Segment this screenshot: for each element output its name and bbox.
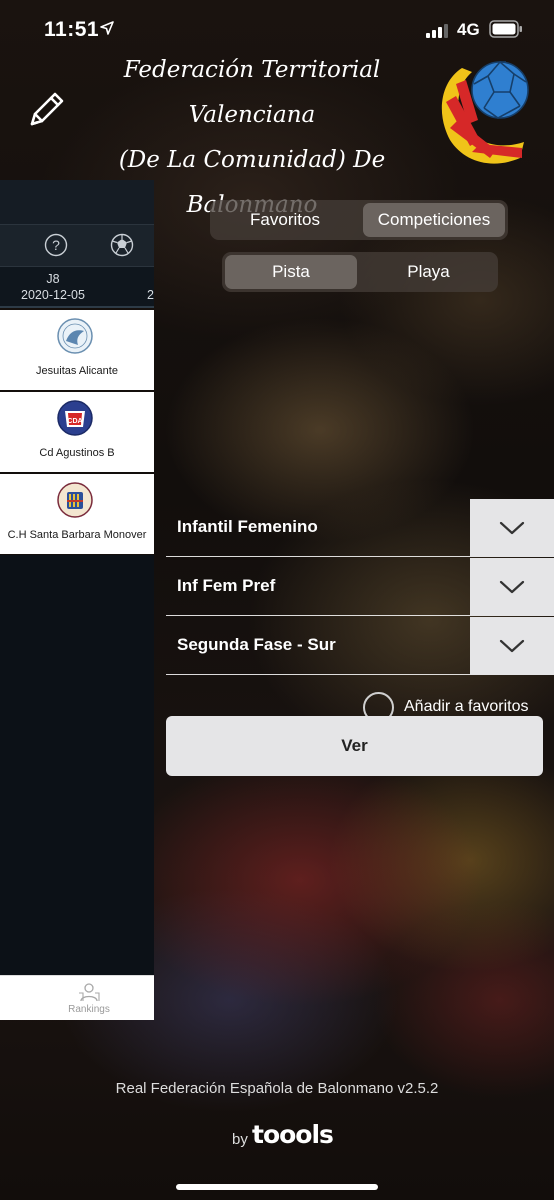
team-card[interactable]: CDA Cd Agustinos B — [0, 392, 154, 472]
svg-text:CDA: CDA — [67, 418, 82, 425]
round-date: 2020- — [147, 288, 154, 302]
dropdown-value: Inf Fem Pref — [177, 576, 276, 595]
location-arrow-icon — [100, 21, 114, 35]
tab-pista[interactable]: Pista — [225, 255, 357, 289]
svg-text:?: ? — [52, 237, 60, 253]
tab-playa[interactable]: Playa — [362, 255, 495, 289]
round-label: J — [118, 271, 154, 287]
help-icon[interactable]: ? — [44, 233, 68, 257]
by-label: by — [232, 1131, 248, 1148]
competition-dropdown[interactable]: Inf Fem Pref — [166, 558, 554, 616]
chevron-down-icon — [499, 639, 525, 653]
team-name: Jesuitas Alicante — [36, 365, 118, 377]
rankings-tab[interactable]: Rankings — [54, 1004, 124, 1015]
court-segmented-control: Pista Playa — [222, 252, 498, 292]
rankings-icon[interactable] — [78, 982, 100, 1002]
chevron-down-icon — [499, 580, 525, 594]
home-indicator[interactable] — [176, 1184, 378, 1190]
dropdown-toggle-button[interactable] — [470, 617, 554, 675]
battery-icon — [489, 20, 522, 38]
dropdown-value: Infantil Femenino — [177, 517, 318, 536]
chevron-down-icon — [499, 521, 525, 535]
team-crest-icon — [57, 318, 93, 354]
panel-header — [0, 180, 154, 224]
team-card[interactable]: Jesuitas Alicante — [0, 310, 154, 390]
tab-competiciones[interactable]: Competiciones — [363, 203, 505, 237]
signal-icon — [426, 24, 448, 38]
status-time: 11:51 — [44, 18, 100, 41]
round-column[interactable]: J 2020- — [118, 271, 154, 303]
panel-toolbar: ? — [0, 224, 154, 266]
team-name: Cd Agustinos B — [39, 447, 115, 459]
team-crest-icon — [57, 482, 93, 518]
pencil-icon[interactable] — [24, 90, 66, 132]
category-dropdown[interactable]: Infantil Femenino — [166, 499, 554, 557]
round-label: J8 — [46, 272, 60, 286]
team-card[interactable]: C.H Santa Barbara Monover — [0, 474, 154, 554]
tab-favoritos[interactable]: Favoritos — [214, 203, 356, 237]
left-drawer-panel[interactable]: ? J8 2020-12-05 J 2020- Jesuitas Alicant… — [0, 180, 154, 1020]
panel-tabbar: Rankings — [0, 975, 154, 1020]
network-label: 4G — [457, 20, 480, 39]
ver-button[interactable]: Ver — [166, 716, 543, 776]
dropdown-toggle-button[interactable] — [470, 558, 554, 616]
dropdown-toggle-button[interactable] — [470, 499, 554, 557]
ball-icon[interactable] — [110, 233, 134, 257]
round-header: J8 2020-12-05 J 2020- — [0, 266, 154, 308]
view-segmented-control: Favoritos Competiciones — [210, 200, 508, 240]
team-crest-icon: CDA — [57, 400, 93, 436]
panel-body — [0, 555, 154, 975]
team-name: C.H Santa Barbara Monover — [7, 529, 147, 541]
round-column[interactable]: J8 2020-12-05 — [8, 271, 98, 303]
footer-credit: Real Federación Española de Balonmano v2… — [115, 1080, 439, 1097]
phase-dropdown[interactable]: Segunda Fase - Sur — [166, 617, 554, 675]
toools-logo: toools — [252, 1120, 334, 1149]
add-favorites-label[interactable]: Añadir a favoritos — [404, 698, 529, 716]
dropdown-value: Segunda Fase - Sur — [177, 635, 336, 654]
federation-logo — [441, 60, 529, 164]
round-date: 2020-12-05 — [21, 288, 85, 302]
title-line-1: Federación Territorial Valenciana — [123, 57, 381, 128]
title-line-2: (De La Comunidad) De — [118, 147, 386, 173]
